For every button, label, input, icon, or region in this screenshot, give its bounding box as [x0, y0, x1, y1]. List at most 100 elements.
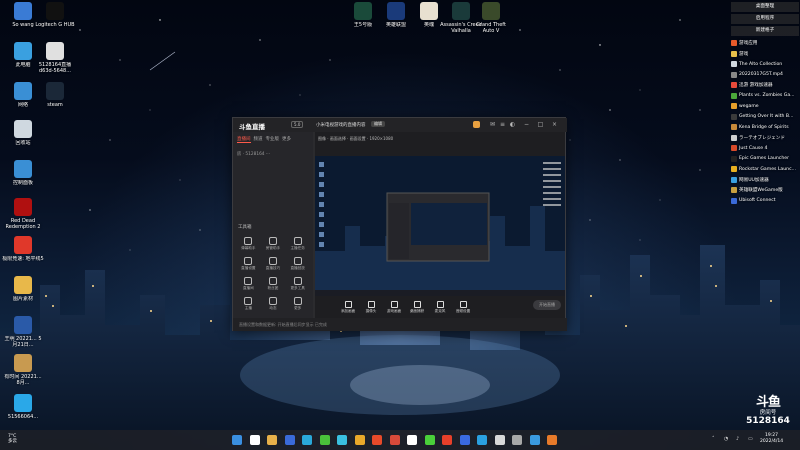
organizer-list-item[interactable]: wegame [731, 101, 799, 112]
volume-icon[interactable]: ♪ [736, 436, 739, 442]
toolbox-item[interactable]: 弹幕助手 [236, 237, 261, 251]
organizer-list-item[interactable]: Plants vs. Zombies Ga... [731, 91, 799, 102]
toolbox-item[interactable]: 房管助手 [261, 237, 286, 251]
app-icon [482, 2, 500, 20]
organizer-list-item[interactable]: Getting Over It with B... [731, 112, 799, 123]
desktop-icon[interactable]: Logitech G HUB [34, 2, 76, 28]
desktop-icon[interactable]: steam [34, 82, 76, 108]
avatar[interactable] [473, 121, 480, 128]
tab-more[interactable]: 更多 [282, 136, 291, 143]
organizer-list-item[interactable]: 英雄联盟WeGame版 [731, 185, 799, 196]
taskbar-app-icon[interactable] [529, 435, 540, 445]
source-action-button[interactable]: 游戏画面 [385, 300, 403, 314]
organizer-list-item[interactable]: The Alto Collection [731, 59, 799, 70]
taskbar-app-icon[interactable] [477, 435, 487, 445]
desktop-icon[interactable]: 51566064... [2, 394, 44, 420]
weather-widget[interactable]: 7°C 多云 [8, 434, 17, 444]
taskbar-app-icon[interactable] [337, 435, 347, 445]
search-icon[interactable] [249, 435, 260, 445]
toolbox-item[interactable]: 主播任务 [285, 237, 310, 251]
taskbar-app-icon[interactable] [354, 435, 365, 445]
taskbar-app-icon[interactable] [547, 435, 557, 445]
taskbar-app-icon[interactable] [442, 435, 452, 445]
toolbox-item-label: 更多工具 [290, 286, 305, 290]
source-action-button[interactable]: 音频设置 [454, 300, 472, 314]
toolbox-item[interactable]: 更多工具 [285, 277, 310, 291]
desktop-icon[interactable]: Red Dead Redemption 2 [2, 198, 44, 230]
stream-preview-screen[interactable] [315, 156, 565, 296]
taskbar-app-icon[interactable] [407, 435, 417, 445]
organizer-list-item[interactable]: Kena Bridge of Spirits [731, 122, 799, 133]
taskbar-app-icon[interactable] [267, 435, 277, 445]
source-action-button[interactable]: 桌面捕获 [408, 300, 426, 314]
organizer-list-item[interactable]: Just Cause 4 [731, 143, 799, 154]
toolbox-item[interactable]: 直播回放 [285, 257, 310, 271]
tab-channel[interactable]: 频道 [254, 136, 263, 143]
maximize-icon[interactable]: □ [537, 121, 544, 128]
organizer-list-item[interactable]: 网易UU加速器 [731, 175, 799, 186]
organizer-list-item[interactable]: 20220317G5T.mp4 [731, 70, 799, 81]
app-icon [46, 2, 64, 20]
source-action-button[interactable]: 麦克风 [431, 300, 449, 314]
desktop-icon[interactable]: 5128164直播 d63d-5648... [34, 42, 76, 74]
message-icon[interactable]: ✉ [489, 121, 496, 128]
organizer-list-item[interactable]: 游戏 [731, 49, 799, 60]
taskbar-app-icon[interactable] [424, 435, 435, 445]
taskbar-app-icon[interactable] [389, 435, 400, 445]
taskbar-app-icon[interactable] [512, 435, 522, 445]
toolbox-item[interactable]: 更多 [285, 297, 310, 311]
window-title-bar[interactable]: 斗鱼直播 5.0 小米电视游戏的直播内容 编辑 ✉ ≡ ◐ − □ × [233, 118, 567, 132]
chevron-up-icon[interactable]: ˄ [712, 436, 715, 442]
minimize-icon[interactable]: − [523, 121, 530, 128]
organizer-list-item[interactable]: ラーテオブレジェンド [731, 133, 799, 144]
organizer-item-label: Epic Games Launcher [739, 156, 789, 162]
system-clock[interactable]: 19:27 2022/4/14 [760, 433, 783, 445]
desktop-icon[interactable]: 控制面板 [2, 160, 44, 186]
desktop-icon[interactable]: Grand Theft Auto V [470, 2, 512, 34]
organizer-list-item[interactable]: Rockstar Games Launc... [731, 164, 799, 175]
taskbar-app-icon[interactable] [372, 435, 382, 445]
close-icon[interactable]: × [551, 121, 558, 128]
app-icon [14, 42, 32, 60]
organizer-item-label: Just Cause 4 [739, 145, 768, 151]
scene-toolbar[interactable]: 图像 · 画面选择 · 画面设置 · 1920×1080 [318, 136, 393, 142]
taskbar-app-icon[interactable] [494, 435, 505, 445]
network-icon[interactable]: ◔ [724, 436, 728, 442]
desktop-icon-label: 王明 20221... 5月21日... [4, 336, 42, 348]
desktop-icon[interactable]: 极限竞速: 地平线5 [2, 236, 44, 262]
toolbox-item[interactable]: 直播技巧 [261, 257, 286, 271]
toolbox-item[interactable]: 直播间 [236, 277, 261, 291]
menu-icon[interactable]: ≡ [499, 121, 506, 128]
taskbar-app-icon[interactable] [319, 435, 330, 445]
desktop-icon[interactable]: 图片素材 [2, 276, 44, 302]
edit-title-button[interactable]: 编辑 [371, 121, 385, 127]
toolbox-item[interactable]: 直播设置 [236, 257, 261, 271]
organizer-header-programs[interactable]: 启用程序 [731, 14, 799, 24]
desktop-icon[interactable]: 有时间 20221... 8月... [2, 354, 44, 386]
app-icon [731, 197, 737, 204]
start-live-button[interactable]: 开始直播 [533, 300, 561, 310]
taskbar-app-icon[interactable] [284, 435, 295, 445]
battery-icon[interactable]: ▭ [748, 436, 753, 442]
desktop-icon[interactable]: 王明 20221... 5月21日... [2, 316, 44, 348]
organizer-list-item[interactable]: Epic Games Launcher [731, 154, 799, 165]
organizer-header-new-box[interactable]: 新建格子 [731, 26, 799, 36]
skin-icon[interactable]: ◐ [509, 121, 516, 128]
app-icon [14, 198, 32, 216]
taskbar-app-icon[interactable] [459, 435, 470, 445]
app-icon [731, 124, 737, 131]
organizer-list-item[interactable]: Ubisoft Connect [731, 196, 799, 207]
desktop-icon[interactable]: 回收站 [2, 120, 44, 146]
tab-live-room[interactable]: 直播间 [237, 136, 251, 143]
start-icon[interactable] [232, 435, 242, 445]
organizer-header-desktop[interactable]: 桌面整理 [731, 2, 799, 12]
tab-pro[interactable]: 专业版 [266, 136, 280, 143]
organizer-list-item[interactable]: 游戏应用 [731, 38, 799, 49]
toolbox-item[interactable]: 粉丝团 [261, 277, 286, 291]
source-action-button[interactable]: 添加画面 [339, 300, 357, 314]
toolbox-item[interactable]: 动态 [261, 297, 286, 311]
toolbox-item[interactable]: 主播 [236, 297, 261, 311]
taskbar-app-icon[interactable] [302, 435, 312, 445]
organizer-list-item[interactable]: 迅游 游戏加速器 [731, 80, 799, 91]
source-action-button[interactable]: 摄像头 [362, 300, 380, 314]
